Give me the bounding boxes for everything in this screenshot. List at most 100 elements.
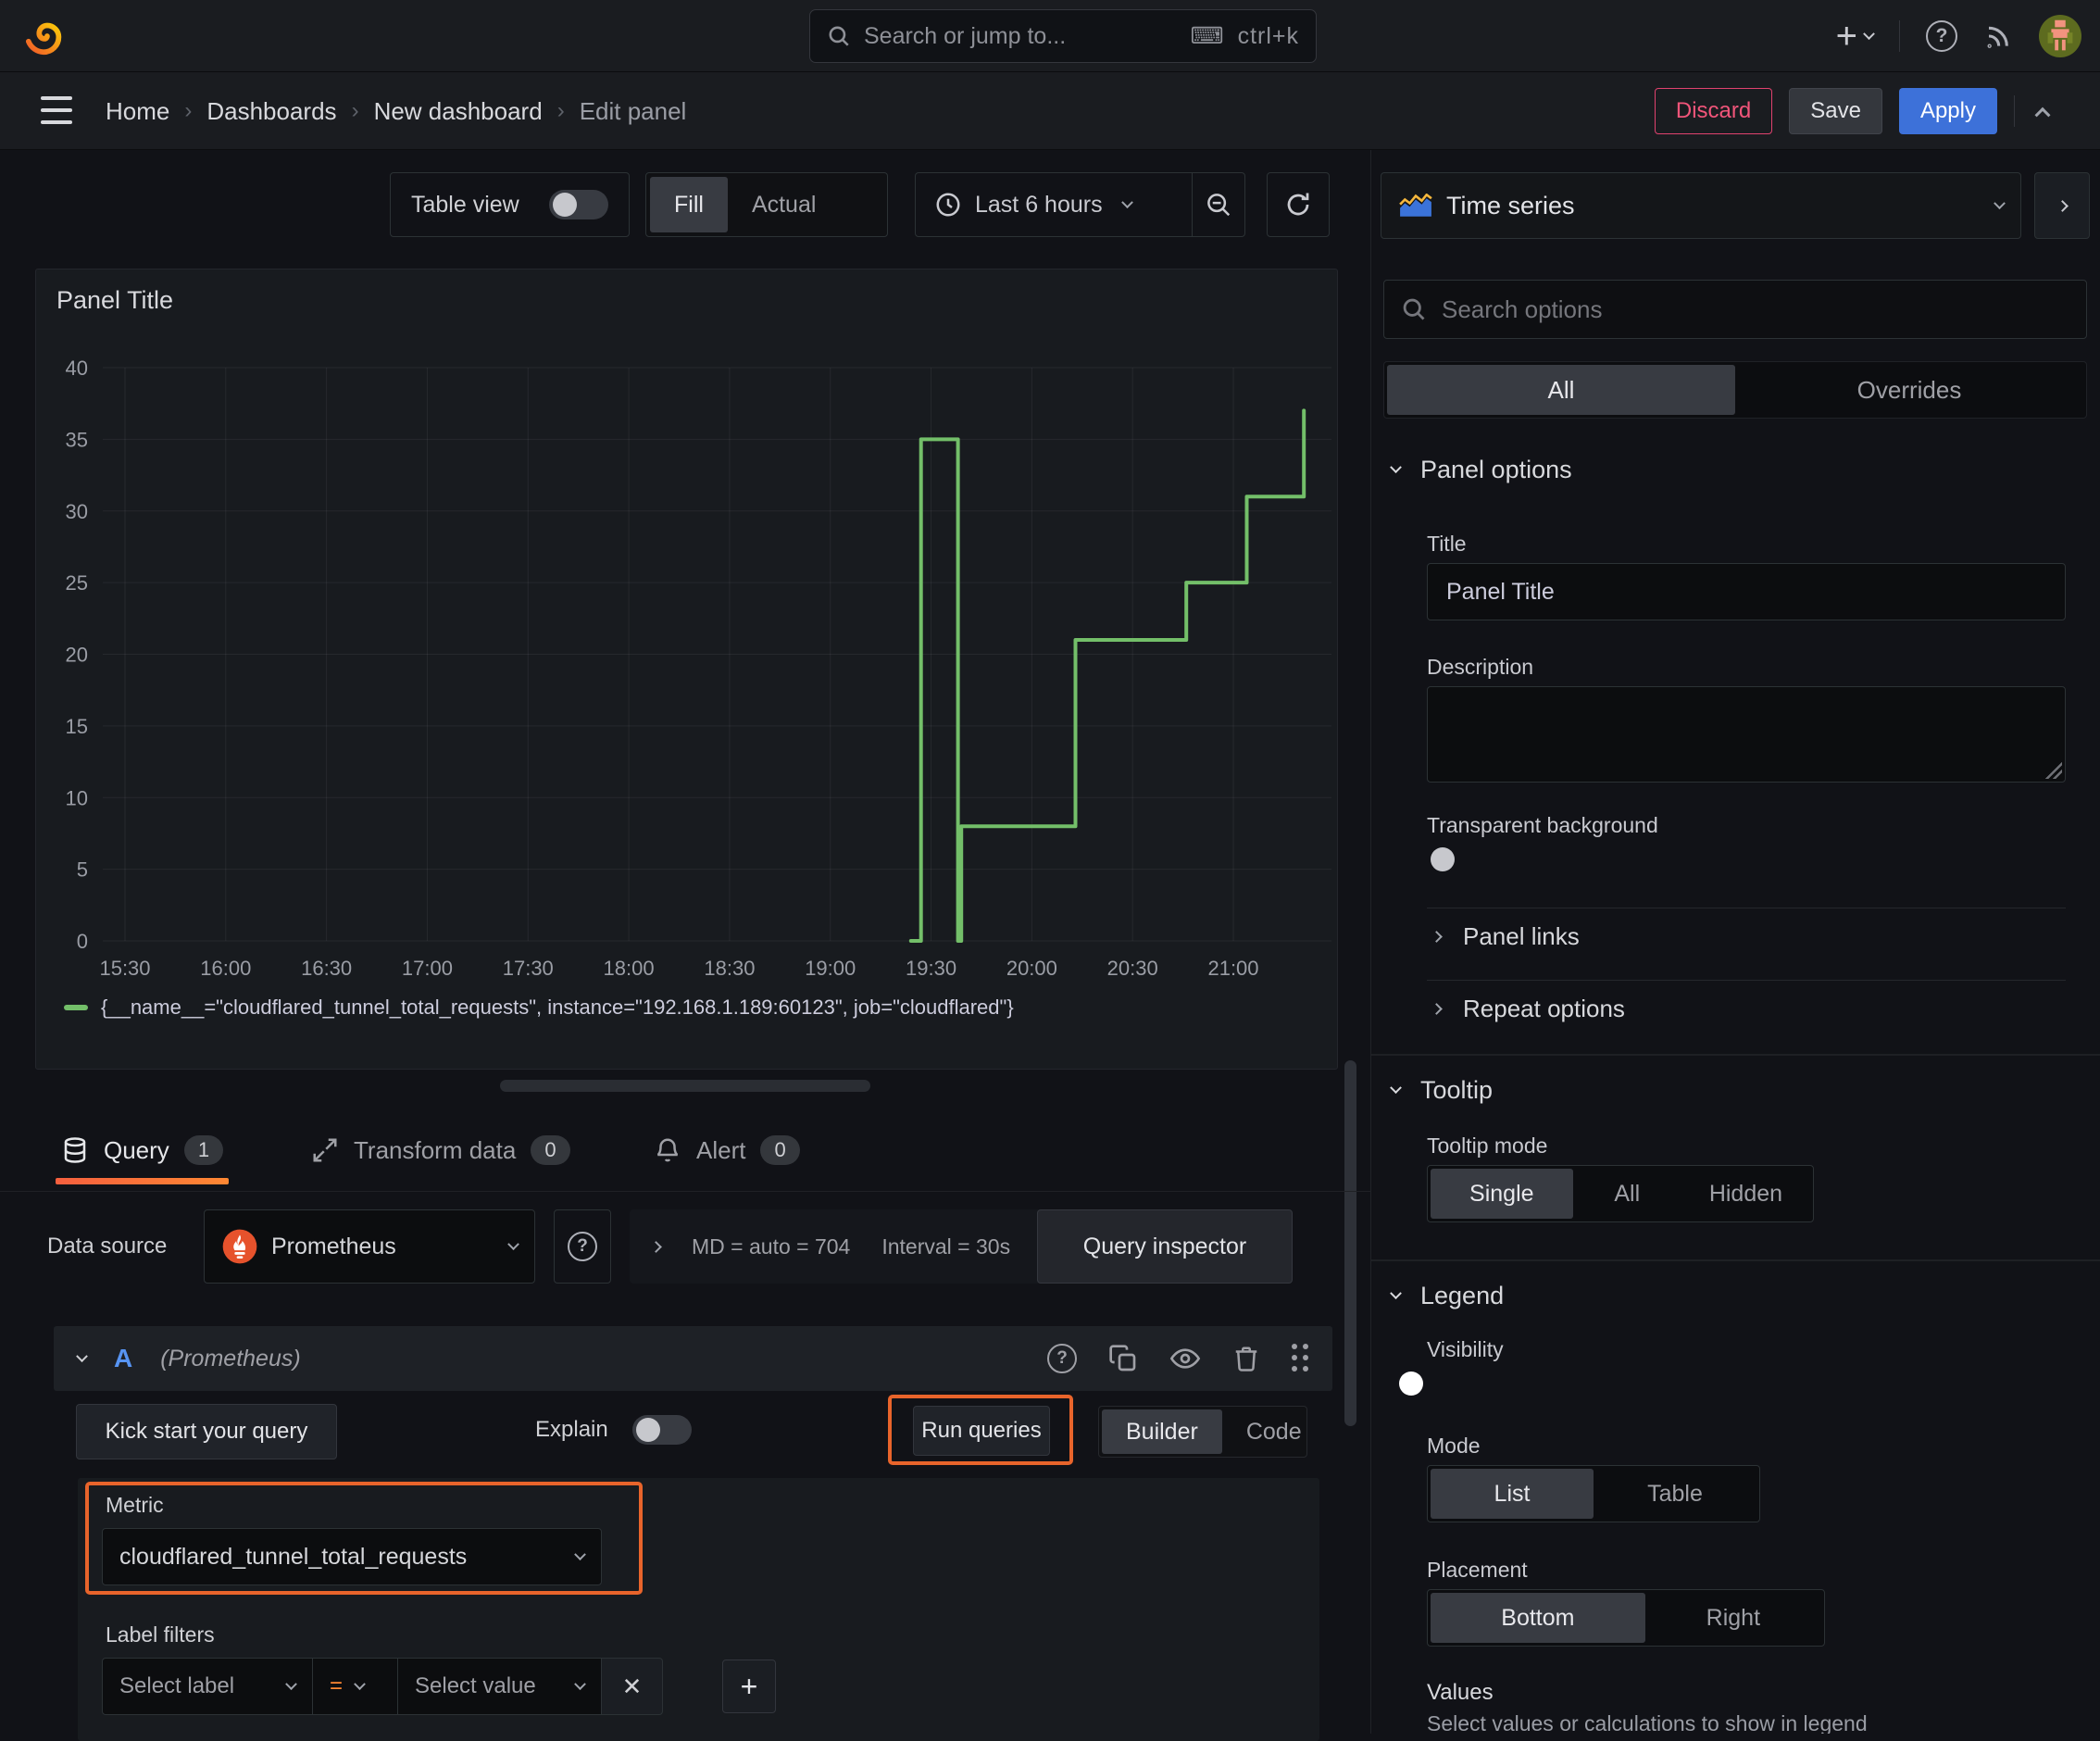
description-textarea[interactable]	[1427, 686, 2066, 783]
svg-text:35: 35	[66, 428, 88, 451]
breadcrumb-new-dashboard[interactable]: New dashboard	[374, 97, 543, 126]
breadcrumb-home[interactable]: Home	[106, 97, 169, 126]
tab-all[interactable]: All	[1387, 365, 1735, 415]
query-help-button[interactable]: ?	[1047, 1344, 1077, 1373]
tab-transform-data[interactable]: Transform data 0	[306, 1108, 576, 1192]
refresh-button[interactable]	[1267, 172, 1330, 237]
apply-button[interactable]: Apply	[1898, 88, 1997, 134]
description-label: Description	[1427, 655, 1534, 679]
drag-handle[interactable]	[1292, 1344, 1308, 1373]
section-panel-links[interactable]: Panel links	[1431, 909, 1580, 963]
chart-legend: {__name__="cloudflared_tunnel_total_requ…	[64, 996, 1014, 1020]
query-options-summary[interactable]: MD = auto = 704 Interval = 30s	[630, 1209, 1046, 1284]
breadcrumb-separator: ›	[351, 98, 359, 123]
add-filter-button[interactable]: +	[722, 1660, 776, 1713]
chevron-right-icon	[1431, 1002, 1443, 1015]
filter-label-select[interactable]: Select label	[102, 1658, 313, 1715]
breadcrumb-dashboards[interactable]: Dashboards	[206, 97, 336, 126]
explain-toggle[interactable]	[631, 1415, 692, 1445]
time-range-picker[interactable]: Last 6 hours	[916, 173, 1192, 236]
placement-bottom[interactable]: Bottom	[1431, 1593, 1645, 1643]
chevron-right-icon	[650, 1240, 662, 1253]
fill-actual-switch: Fill Actual	[645, 172, 888, 237]
actual-option[interactable]: Actual	[728, 177, 840, 232]
clock-icon	[934, 191, 962, 219]
help-button[interactable]: ?	[1926, 20, 1957, 52]
tab-query[interactable]: Query 1	[56, 1108, 230, 1192]
zoom-out-button[interactable]	[1192, 173, 1244, 236]
label-filter-row: Select label = Select value ✕ +	[102, 1658, 776, 1715]
chart-svg[interactable]: 0 5 10 15 20 25 30 35 40 15:30 16:00 16:30 17:00 17:3…	[36, 329, 1339, 992]
datasource-picker[interactable]: Prometheus	[204, 1209, 535, 1284]
topbar-actions: + ?	[1836, 0, 2081, 72]
discard-button[interactable]: Discard	[1654, 88, 1773, 134]
query-inspector-button[interactable]: Query inspector	[1037, 1209, 1293, 1284]
section-panel-options[interactable]: Panel options	[1390, 456, 1572, 484]
bell-icon	[654, 1136, 681, 1164]
add-new-button[interactable]: +	[1836, 18, 1875, 55]
svg-text:18:30: 18:30	[704, 957, 755, 980]
news-rss-button[interactable]	[1983, 21, 2013, 51]
chevron-right-icon	[2056, 199, 2069, 212]
section-legend[interactable]: Legend	[1390, 1282, 1504, 1310]
table-view-toggle[interactable]	[549, 190, 608, 219]
legend-series-marker[interactable]	[64, 1005, 88, 1010]
metric-select[interactable]: cloudflared_tunnel_total_requests	[102, 1528, 602, 1585]
section-tooltip[interactable]: Tooltip	[1390, 1076, 1493, 1105]
code-option[interactable]: Code	[1222, 1409, 1326, 1454]
filter-value-select[interactable]: Select value	[398, 1658, 602, 1715]
alert-count-badge: 0	[760, 1135, 800, 1165]
fill-option[interactable]: Fill	[650, 177, 728, 232]
svg-text:20:30: 20:30	[1107, 957, 1158, 980]
grafana-logo-icon[interactable]	[24, 15, 67, 57]
save-button[interactable]: Save	[1789, 88, 1882, 134]
section-repeat-options[interactable]: Repeat options	[1431, 982, 1625, 1035]
kick-start-query-button[interactable]: Kick start your query	[76, 1404, 337, 1459]
prometheus-icon	[221, 1228, 258, 1265]
options-search-input[interactable]: Search options	[1383, 280, 2087, 339]
menu-toggle-button[interactable]	[41, 96, 72, 124]
interval-stat: Interval = 30s	[881, 1234, 1011, 1259]
tab-alert[interactable]: Alert 0	[648, 1108, 806, 1192]
svg-text:15: 15	[66, 715, 88, 738]
legend-series-label[interactable]: {__name__="cloudflared_tunnel_total_requ…	[101, 996, 1014, 1020]
panel-title-input[interactable]: Panel Title	[1427, 563, 2066, 620]
hide-query-button[interactable]	[1169, 1344, 1201, 1373]
chevron-down-icon	[1994, 196, 2006, 209]
panel-preview: Panel Title 0 5 10 15 20 25 30 35 40 15:30 16:00 16…	[35, 269, 1338, 1070]
tab-overrides[interactable]: Overrides	[1735, 365, 2083, 415]
visualization-picker[interactable]: Time series	[1381, 172, 2021, 239]
duplicate-query-button[interactable]	[1108, 1344, 1138, 1373]
breadcrumb-bar: Home › Dashboards › New dashboard › Edit…	[0, 72, 2100, 150]
tooltip-single[interactable]: Single	[1431, 1169, 1573, 1219]
panel-resize-handle[interactable]	[500, 1080, 870, 1092]
search-icon	[827, 24, 851, 48]
resize-corner-icon[interactable]	[2044, 760, 2062, 779]
datasource-help-button[interactable]: ?	[554, 1209, 611, 1284]
metric-value: cloudflared_tunnel_total_requests	[119, 1543, 468, 1570]
expand-viz-list-button[interactable]	[2034, 172, 2090, 239]
user-avatar[interactable]	[2039, 15, 2081, 57]
filter-operator-select[interactable]: =	[313, 1658, 398, 1715]
tooltip-all[interactable]: All	[1573, 1169, 1681, 1219]
divider	[1899, 20, 1900, 52]
builder-option[interactable]: Builder	[1102, 1409, 1222, 1454]
delete-query-button[interactable]	[1232, 1344, 1260, 1373]
metric-label: Metric	[106, 1493, 164, 1517]
panel-title[interactable]: Panel Title	[56, 286, 173, 315]
legend-mode-list[interactable]: List	[1431, 1469, 1594, 1519]
search-shortcut: ctrl+k	[1237, 22, 1299, 49]
keyboard-icon: ⌨	[1190, 23, 1225, 49]
section-divider	[1371, 1054, 2100, 1056]
remove-filter-button[interactable]: ✕	[602, 1658, 663, 1715]
time-range-group: Last 6 hours	[915, 172, 1245, 237]
run-queries-button[interactable]: Run queries	[913, 1406, 1050, 1456]
legend-mode-table[interactable]: Table	[1594, 1469, 1756, 1519]
placement-right[interactable]: Right	[1645, 1593, 1821, 1643]
svg-text:5: 5	[77, 858, 88, 882]
collapse-header-button[interactable]	[2034, 106, 2051, 123]
global-search-input[interactable]: Search or jump to... ⌨ ctrl+k	[809, 9, 1317, 63]
query-row-header[interactable]: A (Prometheus) ?	[54, 1326, 1332, 1391]
svg-text:16:30: 16:30	[301, 957, 352, 980]
tooltip-hidden[interactable]: Hidden	[1681, 1169, 1810, 1219]
